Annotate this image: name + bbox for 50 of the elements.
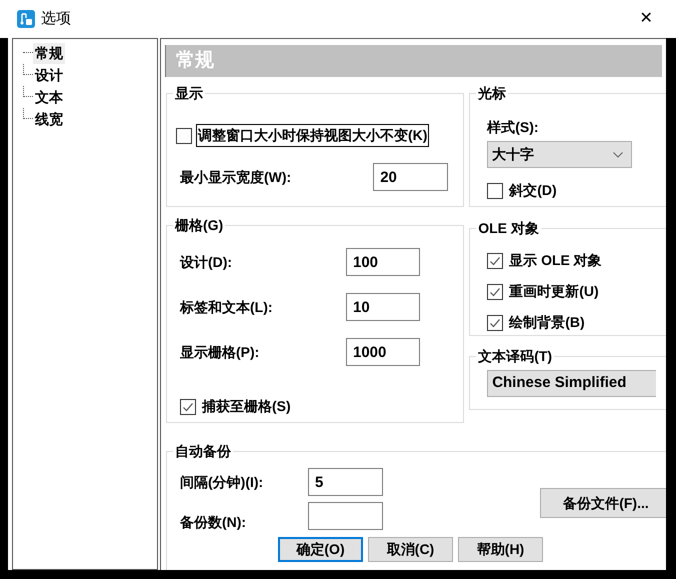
field-label: 间隔(分钟)(I): <box>180 472 264 492</box>
field-label: 标签和文本(L): <box>180 298 274 317</box>
checkbox[interactable] <box>180 398 196 414</box>
checkbox-label[interactable]: 显示 OLE 对象 <box>507 249 604 272</box>
input-field[interactable]: 5 <box>308 468 383 496</box>
field-label: 样式(S): <box>486 118 540 137</box>
checkbox[interactable] <box>176 128 192 144</box>
checkbox-label[interactable]: 绘制背景(B) <box>507 311 587 334</box>
dropdown[interactable]: Chinese Simplified <box>487 370 656 397</box>
tree-item[interactable]: 常规 <box>33 42 65 64</box>
backup-files-button[interactable]: 备份文件(F)... <box>540 488 666 518</box>
input-field[interactable]: 20 <box>373 163 448 191</box>
checkmark-icon <box>489 254 502 266</box>
window-title: 选项 <box>41 8 71 29</box>
dialog-button[interactable]: 取消(C) <box>368 537 453 562</box>
dialog-button[interactable]: 帮助(H) <box>458 537 543 562</box>
group-title: 光标 <box>476 84 508 103</box>
tree-item[interactable]: 设计 <box>33 64 65 86</box>
input-field[interactable]: 100 <box>346 248 420 276</box>
checkbox-label[interactable]: 重画时更新(U) <box>507 280 601 303</box>
checkmark-icon <box>182 400 194 412</box>
checkbox-label[interactable]: 捕获至栅格(S) <box>200 395 293 418</box>
group-title: 显示 <box>174 84 204 103</box>
checkbox[interactable] <box>487 182 504 198</box>
caret-icon <box>613 152 624 158</box>
page-header: 常规 <box>165 45 662 77</box>
checkbox-label[interactable]: 斜交(D) <box>507 179 559 202</box>
checkbox-label[interactable]: 调整窗口大小时保持视图大小不变(K) <box>196 124 430 147</box>
tree-item[interactable]: 文本 <box>33 86 65 108</box>
field-label: 设计(D): <box>180 252 234 272</box>
input-field[interactable]: 10 <box>346 293 420 321</box>
checkmark-icon <box>489 316 502 328</box>
field-label: 显示栅格(P): <box>180 342 260 362</box>
input-field[interactable] <box>308 502 383 530</box>
checkbox[interactable] <box>487 284 504 300</box>
input-field[interactable]: 1000 <box>346 338 420 366</box>
app-icon <box>17 10 35 28</box>
close-button[interactable]: ✕ <box>636 7 656 31</box>
checkmark-icon <box>489 286 502 298</box>
dialog-button[interactable]: 确定(O) <box>278 537 363 562</box>
field-label: 备份数(N): <box>180 513 248 532</box>
checkbox[interactable] <box>487 252 504 268</box>
tree-item[interactable]: 线宽 <box>33 108 65 130</box>
group-title: 栅格(G) <box>174 216 224 235</box>
group-title: 自动备份 <box>174 442 232 461</box>
field-label: 最小显示宽度(W): <box>180 168 292 187</box>
checkbox[interactable] <box>487 314 504 330</box>
dropdown[interactable]: 大十字 <box>487 141 632 168</box>
group-title: OLE 对象 <box>477 219 540 238</box>
group-title: 文本译码(T) <box>477 347 554 366</box>
